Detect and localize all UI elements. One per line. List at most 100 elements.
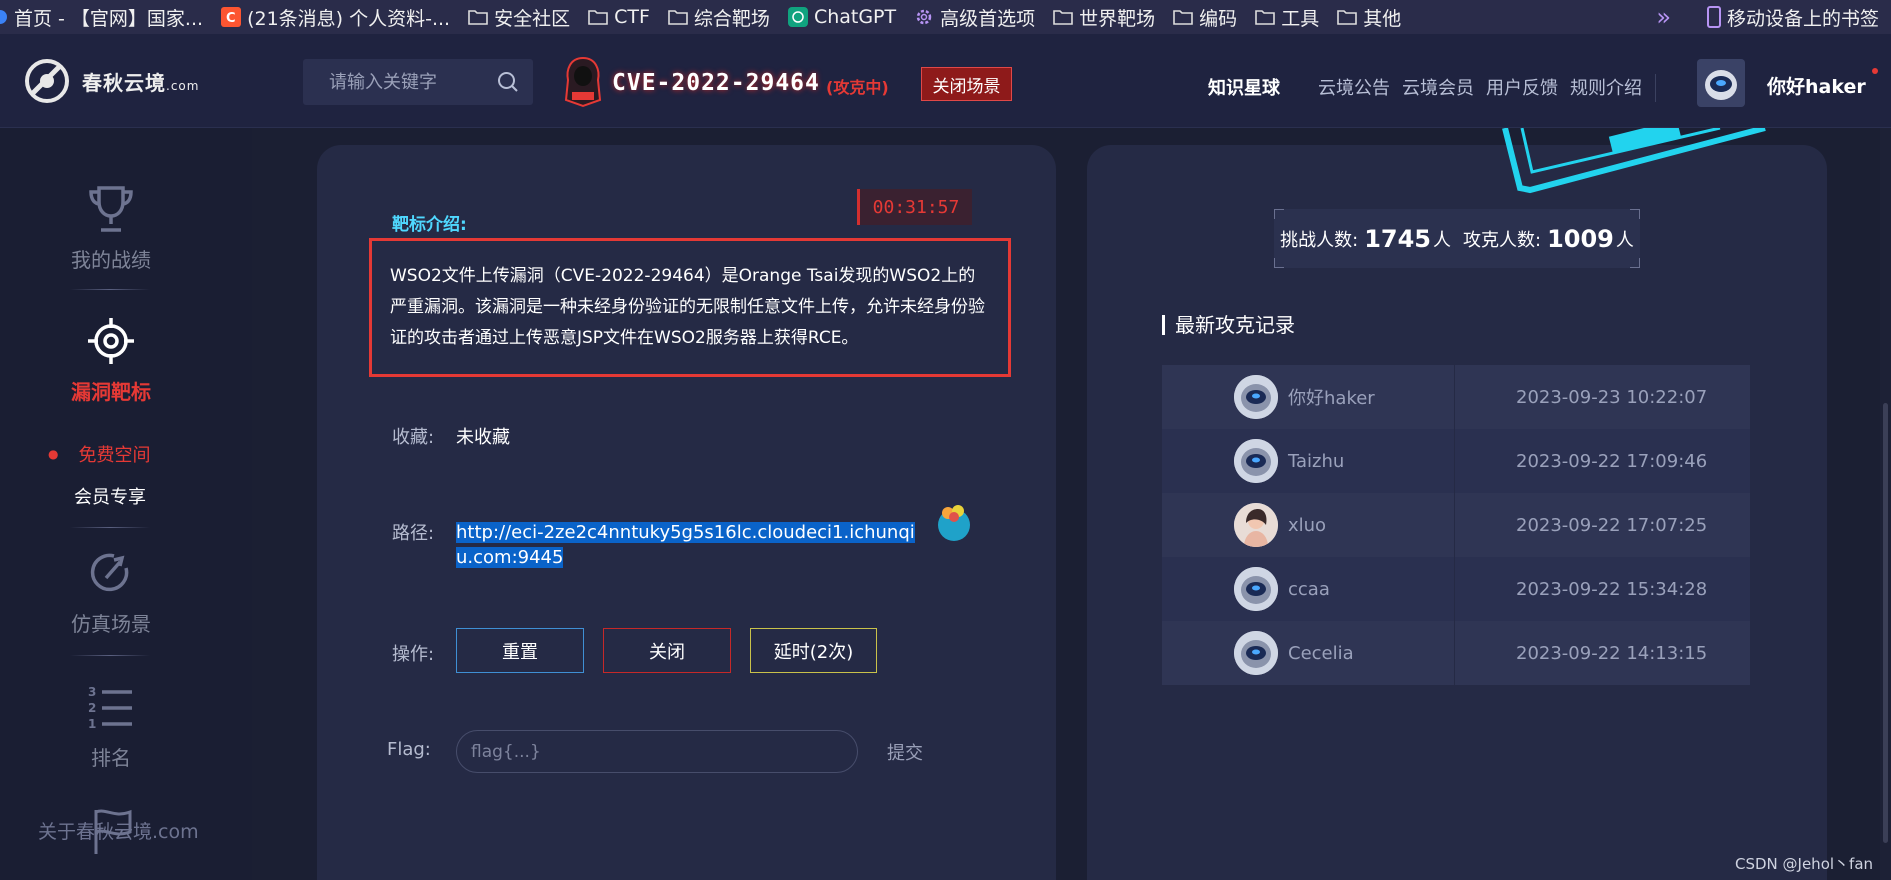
submit-flag-button[interactable]: 提交 xyxy=(887,739,923,765)
record-time: 2023-09-23 10:22:07 xyxy=(1516,386,1708,408)
username[interactable]: 你好haker xyxy=(1767,72,1866,99)
record-time: 2023-09-22 17:09:46 xyxy=(1516,450,1708,472)
nav-membership[interactable]: 云境会员 xyxy=(1402,74,1474,100)
folder-icon xyxy=(1173,10,1193,25)
favorite-toggle[interactable]: 未收藏 xyxy=(456,423,510,449)
robot-avatar-icon xyxy=(1234,375,1278,419)
records-table: 你好haker 2023-09-23 10:22:07 Taizhu 2023-… xyxy=(1162,365,1750,685)
cve-title: CVE-2022-29464 xyxy=(612,70,820,96)
robot-avatar-icon xyxy=(1234,567,1278,611)
record-time: 2023-09-22 14:13:15 xyxy=(1516,642,1708,664)
sidebar-item-simulation[interactable]: 仿真场景 xyxy=(0,548,222,637)
record-username: 你好haker xyxy=(1288,388,1375,409)
trophy-icon xyxy=(89,186,133,232)
watermark: CSDN @Jehol丶fan xyxy=(1735,855,1874,873)
solvers-unit: 人 xyxy=(1615,229,1634,251)
corner-decoration xyxy=(1630,258,1640,268)
record-username: ccaa xyxy=(1288,578,1330,600)
bookmark-label: 高级首选项 xyxy=(940,7,1036,30)
nav-knowledge-planet[interactable]: 知识星球 xyxy=(1208,74,1280,100)
scrollbar-thumb[interactable] xyxy=(1883,403,1888,843)
bookmark-folder-world[interactable]: 世界靶场 xyxy=(1053,4,1155,31)
challenge-stats: 挑战人数: 1745 人 攻克人数: 1009 人 xyxy=(1274,209,1640,268)
bookmark-label: 世界靶场 xyxy=(1079,7,1156,30)
sidebar-item-label: 排名 xyxy=(91,746,131,770)
svg-text:C: C xyxy=(226,11,236,26)
nav-feedback[interactable]: 用户反馈 xyxy=(1486,74,1558,100)
reset-button[interactable]: 重置 xyxy=(456,628,584,673)
sidebar-divider xyxy=(70,289,150,290)
ranking-list-icon: 3 2 1 xyxy=(88,685,132,731)
fruit-bowl-icon xyxy=(938,505,970,541)
nav-rules[interactable]: 规则介绍 xyxy=(1570,74,1642,100)
bookmark-csdn[interactable]: C (21条消息) 个人资料-... xyxy=(221,4,450,31)
bookmark-home[interactable]: 首页 - 【官网】国家... xyxy=(0,4,203,31)
bookmark-folder-ctf[interactable]: CTF xyxy=(588,6,650,28)
flag-label: Flag: xyxy=(387,739,431,760)
solvers-label: 攻克人数: xyxy=(1463,229,1542,251)
bookmark-folder-encoding[interactable]: 编码 xyxy=(1173,4,1237,31)
path-label: 路径: xyxy=(392,523,435,544)
csdn-icon: C xyxy=(221,7,242,27)
sidebar-subitem-label: 免费空间 xyxy=(78,445,151,466)
about-link[interactable]: 关于春秋云境.com xyxy=(38,817,199,844)
rocket-orbit-icon xyxy=(90,553,129,592)
bookmark-label: 其他 xyxy=(1363,7,1402,30)
sidebar-item-label: 漏洞靶标 xyxy=(71,380,151,404)
close-target-button[interactable]: 关闭 xyxy=(603,628,731,673)
bookmark-label: 工具 xyxy=(1281,7,1320,30)
page-scrollbar[interactable] xyxy=(1880,128,1891,880)
bookmark-preferences[interactable]: 高级首选项 xyxy=(914,4,1035,31)
site-header: 春秋云境.com CVE-2022-29464 (攻克中) 关闭场景 知识星球 … xyxy=(0,34,1891,128)
avatar[interactable] xyxy=(1697,59,1745,107)
bookmark-folder-tools[interactable]: 工具 xyxy=(1255,4,1319,31)
bookmark-label: 首页 - 【官网】国家... xyxy=(14,7,204,30)
record-username: Taizhu xyxy=(1288,450,1345,472)
bookmark-chatgpt[interactable]: ChatGPT xyxy=(787,6,896,28)
svg-text:1: 1 xyxy=(88,717,96,731)
record-username: Cecelia xyxy=(1288,642,1354,664)
site-logo[interactable]: 春秋云境.com xyxy=(20,54,199,108)
favorite-label: 收藏: xyxy=(392,427,435,448)
logo-icon xyxy=(25,59,69,103)
close-scene-button[interactable]: 关闭场景 xyxy=(921,67,1012,101)
table-row: xluo 2023-09-22 17:07:25 xyxy=(1162,493,1750,557)
bookmark-folder-range[interactable]: 综合靶场 xyxy=(668,4,770,31)
target-url-text: http://eci-2ze2c4nntuky5g5s16lc.cloudeci… xyxy=(456,522,915,568)
folder-icon xyxy=(1255,10,1275,25)
bookmark-folder-other[interactable]: 其他 xyxy=(1337,4,1401,31)
corner-decoration xyxy=(1274,258,1284,268)
sidebar: 我的战绩 漏洞靶标 ● 免费空间 会员专享 仿真场景 3 2 1 排名 关于春秋云境.… xyxy=(0,128,252,880)
bookmark-label: 综合靶场 xyxy=(693,7,770,30)
sidebar-subitem-members[interactable]: 会员专享 xyxy=(74,483,146,509)
flag-input[interactable] xyxy=(456,730,858,773)
sidebar-item-record[interactable]: 我的战绩 xyxy=(0,184,222,273)
sidebar-item-label: 我的战绩 xyxy=(71,248,151,272)
robot-avatar-icon xyxy=(1697,59,1745,107)
notification-dot xyxy=(1872,68,1878,74)
bookmark-folder-security[interactable]: 安全社区 xyxy=(468,4,570,31)
bookmark-label: CTF xyxy=(614,6,650,28)
corner-decoration xyxy=(1274,209,1284,219)
record-time: 2023-09-22 15:34:28 xyxy=(1516,578,1708,600)
bookmark-label: 安全社区 xyxy=(494,7,571,30)
bookmark-label: (21条消息) 个人资料-... xyxy=(247,7,451,30)
search-input[interactable] xyxy=(329,71,489,93)
sidebar-item-ranking[interactable]: 3 2 1 排名 xyxy=(0,684,222,771)
bookmarks-more-button[interactable]: » xyxy=(1656,0,1671,34)
operations-label: 操作: xyxy=(392,644,435,665)
nav-announcements[interactable]: 云境公告 xyxy=(1318,74,1390,100)
countdown-timer: 00:31:57 xyxy=(857,189,972,225)
sidebar-divider xyxy=(70,527,150,528)
challengers-unit: 人 xyxy=(1433,229,1451,251)
bookmark-mobile[interactable]: 移动设备上的书签 xyxy=(1706,0,1879,34)
sidebar-item-vuln-targets[interactable]: 漏洞靶标 xyxy=(0,316,222,405)
search-icon[interactable] xyxy=(497,71,519,93)
sidebar-divider xyxy=(70,655,150,656)
target-url-link[interactable]: http://eci-2ze2c4nntuky5g5s16lc.cloudeci… xyxy=(456,520,926,570)
svg-text:3: 3 xyxy=(88,685,96,699)
intro-title: 靶标介绍: xyxy=(392,215,467,235)
mobile-icon xyxy=(1706,6,1721,28)
sidebar-subitem-free[interactable]: ● 免费空间 xyxy=(48,441,150,467)
extend-time-button[interactable]: 延时(2次) xyxy=(750,628,877,673)
